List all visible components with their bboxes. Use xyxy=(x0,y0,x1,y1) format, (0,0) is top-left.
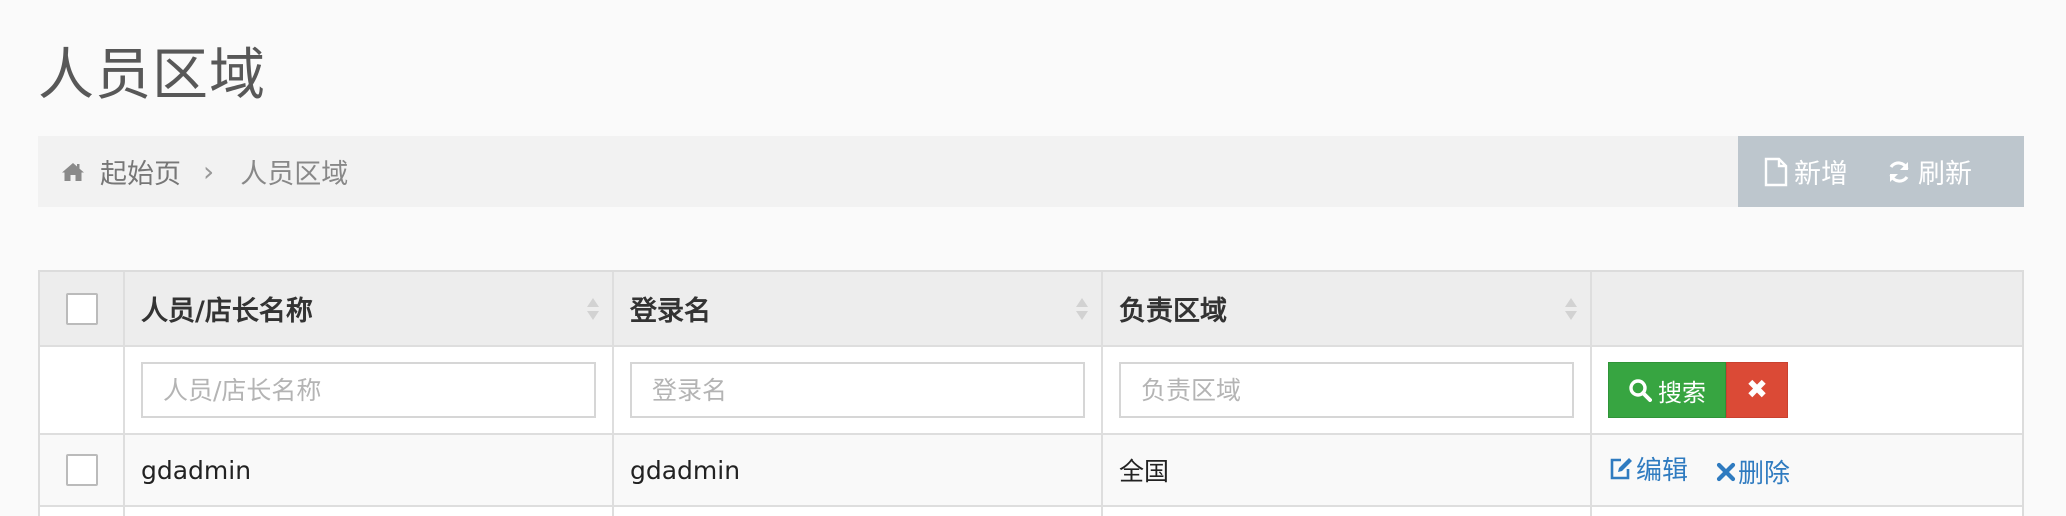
edit-link[interactable]: 编辑 xyxy=(1608,450,1688,487)
name-filter-input[interactable] xyxy=(141,362,596,418)
filter-row: 搜索 ✖ xyxy=(40,345,2022,435)
row-checkbox[interactable] xyxy=(65,454,98,486)
filter-cell-login xyxy=(612,345,1103,435)
table-row xyxy=(40,505,2022,516)
table-cell xyxy=(612,505,1103,516)
sort-icon[interactable] xyxy=(1564,294,1578,324)
breadcrumb-home-link[interactable]: 起始页 xyxy=(100,152,181,191)
column-header-name[interactable]: 人员/店长名称 xyxy=(123,272,614,347)
column-header-name-label: 人员/店长名称 xyxy=(141,296,313,327)
column-header-login[interactable]: 登录名 xyxy=(612,272,1103,347)
toolbar: 新增 刷新 xyxy=(1738,136,2024,207)
refresh-button[interactable]: 刷新 xyxy=(1878,136,1972,207)
row-check-cell xyxy=(40,433,125,507)
edit-link-label: 编辑 xyxy=(1636,456,1689,486)
cell-name: gdadmin xyxy=(123,433,614,507)
login-filter-input[interactable] xyxy=(630,362,1085,418)
filter-cell-area xyxy=(1101,345,1592,435)
select-all-cell xyxy=(40,272,125,347)
search-button[interactable]: 搜索 xyxy=(1608,362,1726,418)
sort-icon[interactable] xyxy=(586,294,600,324)
file-icon xyxy=(1764,157,1788,186)
breadcrumb-current: 人员区域 xyxy=(240,159,349,190)
select-all-checkbox[interactable] xyxy=(65,292,98,325)
filter-actions-cell: 搜索 ✖ xyxy=(1590,345,2022,435)
table-cell xyxy=(1590,505,2022,516)
search-button-label: 搜索 xyxy=(1658,378,1706,407)
area-filter-input[interactable] xyxy=(1119,362,1574,418)
table-cell xyxy=(123,505,614,516)
refresh-icon xyxy=(1889,160,1909,183)
delete-link[interactable]: 删除 xyxy=(1716,453,1790,490)
add-button[interactable]: 新增 xyxy=(1738,136,1878,207)
table-cell xyxy=(40,505,125,516)
cell-login: gdadmin xyxy=(612,433,1103,507)
cell-area: 全国 xyxy=(1101,433,1592,507)
page-title: 人员区域 xyxy=(38,43,266,108)
close-icon xyxy=(1716,462,1736,481)
clear-button[interactable]: ✖ xyxy=(1726,362,1788,418)
column-header-login-label: 登录名 xyxy=(630,296,711,327)
table-header-row: 人员/店长名称 登录名 负责区域 xyxy=(40,272,2022,347)
cell-actions: 编辑 删除 xyxy=(1590,433,2022,507)
refresh-button-label: 刷新 xyxy=(1918,159,1972,190)
column-header-actions xyxy=(1590,272,2022,347)
search-icon xyxy=(1629,379,1652,402)
breadcrumb-separator: › xyxy=(203,155,215,188)
add-button-label: 新增 xyxy=(1794,159,1848,190)
breadcrumb-bar: 起始页 › 人员区域 新增 刷新 xyxy=(38,136,2024,207)
filter-cell-name xyxy=(123,345,614,435)
column-header-area-label: 负责区域 xyxy=(1119,296,1227,327)
home-icon xyxy=(62,162,84,181)
delete-link-label: 删除 xyxy=(1737,459,1790,489)
breadcrumb: 起始页 › 人员区域 xyxy=(60,136,348,207)
table-cell xyxy=(1101,505,1592,516)
column-header-area[interactable]: 负责区域 xyxy=(1101,272,1592,347)
data-table: 人员/店长名称 登录名 负责区域 人员/店长名称 登录名 负责区域 搜索 ✖ g… xyxy=(38,270,2024,516)
filter-check-cell xyxy=(40,345,125,435)
table-row[interactable]: gdadmin gdadmin 全国 编辑 删除 xyxy=(40,433,2022,507)
edit-icon xyxy=(1610,457,1632,479)
sort-icon[interactable] xyxy=(1075,294,1089,324)
